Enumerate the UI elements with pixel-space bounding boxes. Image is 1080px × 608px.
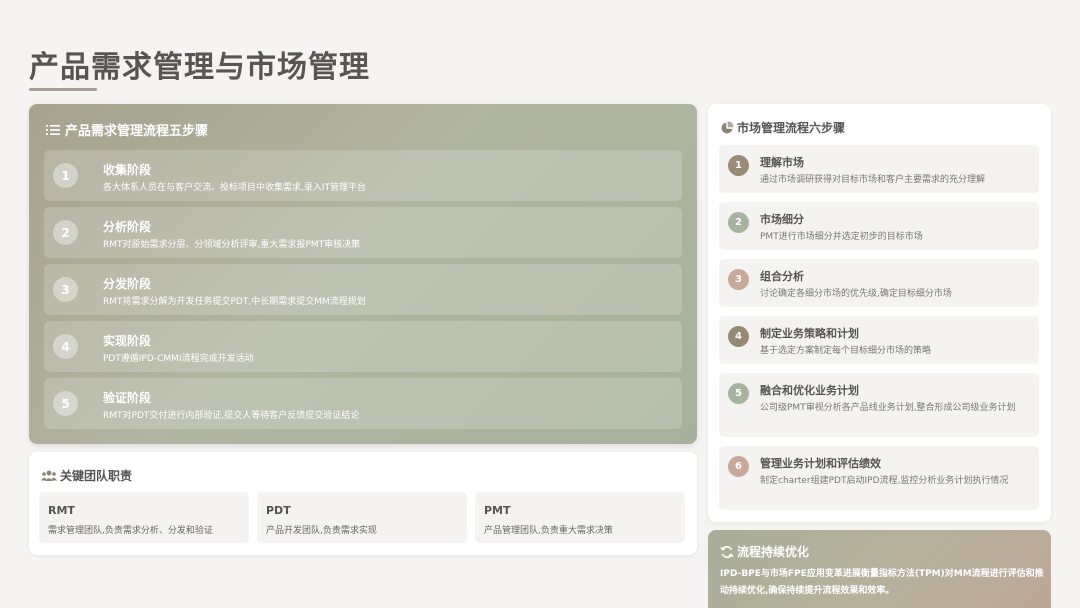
team-card-pdt: PDT 产品开发团队,负责需求实现 <box>257 492 467 543</box>
step-description: RMT对原始需求分层、分领域分析评审,重大需求报PMT审核决策 <box>103 240 361 250</box>
market-step-card: 5 融合和优化业务计划 公司级PMT审视分析各产品线业务计划,整合形成公司级业务… <box>719 373 1039 437</box>
step-number: 2 <box>53 220 78 245</box>
step-title: 验证阶段 <box>103 391 152 405</box>
market-step-card: 6 管理业务计划和评估绩效 制定charter组建PDT启动IPD流程,监控分析… <box>719 446 1039 510</box>
requirement-flow-heading-text: 产品需求管理流程五步骤 <box>65 124 209 139</box>
step-title: 分析阶段 <box>103 220 152 234</box>
page-title: 产品需求管理与市场管理 <box>29 50 370 85</box>
market-step-title: 制定业务策略和计划 <box>760 327 859 340</box>
market-step-description: 讨论确定各细分市场的优先级,确定目标细分市场 <box>760 289 952 299</box>
market-flow-heading-text: 市场管理流程六步骤 <box>737 121 846 135</box>
step-title: 收集阶段 <box>103 163 152 177</box>
optimization-heading-text: 流程持续优化 <box>737 545 810 559</box>
step-number: 5 <box>53 391 78 416</box>
requirement-step-card: 2 分析阶段 RMT对原始需求分层、分领域分析评审,重大需求报PMT审核决策 <box>44 207 682 258</box>
market-step-title: 理解市场 <box>760 156 804 169</box>
requirement-step-card: 5 验证阶段 RMT对PDT交付进行内部验证,提交人等待客户反馈提交验证结论 <box>44 378 682 429</box>
process-optimization-panel: 流程持续优化 IPD-BPE与市场FPE应用变革进展衡量指标方法(TPM)对MM… <box>708 530 1051 608</box>
market-step-card: 1 理解市场 通过市场调研获得对目标市场和客户主要需求的充分理解 <box>719 145 1039 193</box>
market-step-description: 制定charter组建PDT启动IPD流程,监控分析业务计划执行情况 <box>760 476 1009 486</box>
optimization-heading: 流程持续优化 <box>720 543 809 560</box>
market-step-card: 3 组合分析 讨论确定各细分市场的优先级,确定目标细分市场 <box>719 259 1039 307</box>
step-title: 实现阶段 <box>103 334 152 348</box>
requirement-step-card: 4 实现阶段 PDT遵循IPD-CMMI流程完成开发活动 <box>44 321 682 372</box>
market-flow-heading: 市场管理流程六步骤 <box>720 119 845 136</box>
requirement-step-card: 3 分发阶段 RMT将需求分解为开发任务提交PDT,中长期需求提交MM流程规划 <box>44 264 682 315</box>
step-description: RMT将需求分解为开发任务提交PDT,中长期需求提交MM流程规划 <box>103 297 366 307</box>
team-name: PMT <box>484 504 511 517</box>
market-step-number: 4 <box>728 326 749 347</box>
market-step-title: 市场细分 <box>760 213 804 226</box>
step-number: 1 <box>53 163 78 188</box>
requirement-flow-heading: 产品需求管理流程五步骤 <box>45 120 208 139</box>
market-step-number: 6 <box>728 456 749 477</box>
title-underline <box>29 88 97 91</box>
market-step-card: 4 制定业务策略和计划 基于选定方案制定每个目标细分市场的策略 <box>719 316 1039 364</box>
market-step-description: 通过市场调研获得对目标市场和客户主要需求的充分理解 <box>760 175 986 185</box>
team-card-pmt: PMT 产品管理团队,负责重大需求决策 <box>475 492 685 543</box>
step-description: 各大体系人员在与客户交流、投标项目中收集需求,录入IT管理平台 <box>103 183 367 193</box>
market-step-number: 5 <box>728 383 749 404</box>
team-responsibilities-panel: 关键团队职责 RMT 需求管理团队,负责需求分析、分发和验证 PDT 产品开发团… <box>29 452 697 555</box>
market-step-card: 2 市场细分 PMT进行市场细分并选定初步的目标市场 <box>719 202 1039 250</box>
market-flow-panel: 市场管理流程六步骤 1 理解市场 通过市场调研获得对目标市场和客户主要需求的充分… <box>708 104 1051 522</box>
team-description: 产品管理团队,负责重大需求决策 <box>484 526 613 536</box>
pie-chart-icon <box>721 120 734 133</box>
market-step-description: 基于选定方案制定每个目标细分市场的策略 <box>760 346 932 356</box>
requirement-flow-panel: 产品需求管理流程五步骤 1 收集阶段 各大体系人员在与客户交流、投标项目中收集需… <box>29 104 697 444</box>
requirement-step-card: 1 收集阶段 各大体系人员在与客户交流、投标项目中收集需求,录入IT管理平台 <box>44 150 682 201</box>
market-step-description: 公司级PMT审视分析各产品线业务计划,整合形成公司级业务计划 <box>760 403 1016 413</box>
team-card-rmt: RMT 需求管理团队,负责需求分析、分发和验证 <box>39 492 249 543</box>
team-name: RMT <box>48 504 75 517</box>
team-name: PDT <box>266 504 291 517</box>
step-number: 4 <box>53 334 78 359</box>
market-step-number: 1 <box>728 155 749 176</box>
market-step-number: 3 <box>728 269 749 290</box>
market-step-number: 2 <box>728 212 749 233</box>
market-step-title: 管理业务计划和评估绩效 <box>760 457 881 470</box>
step-description: RMT对PDT交付进行内部验证,提交人等待客户反馈提交验证结论 <box>103 411 360 421</box>
market-step-description: PMT进行市场细分并选定初步的目标市场 <box>760 232 923 242</box>
team-description: 需求管理团队,负责需求分析、分发和验证 <box>48 526 213 536</box>
market-step-title: 组合分析 <box>760 270 804 283</box>
step-title: 分发阶段 <box>103 277 152 291</box>
team-heading: 关键团队职责 <box>41 467 132 484</box>
team-description: 产品开发团队,负责需求实现 <box>266 526 377 536</box>
market-step-title: 融合和优化业务计划 <box>760 384 859 397</box>
step-number: 3 <box>53 277 78 302</box>
refresh-icon <box>720 545 734 558</box>
optimization-description: IPD-BPE与市场FPE应用变革进展衡量指标方法(TPM)对MM流程进行评估和… <box>720 569 1044 596</box>
team-heading-text: 关键团队职责 <box>60 469 133 483</box>
list-icon <box>46 124 60 135</box>
users-icon <box>41 470 57 481</box>
step-description: PDT遵循IPD-CMMI流程完成开发活动 <box>103 354 254 364</box>
